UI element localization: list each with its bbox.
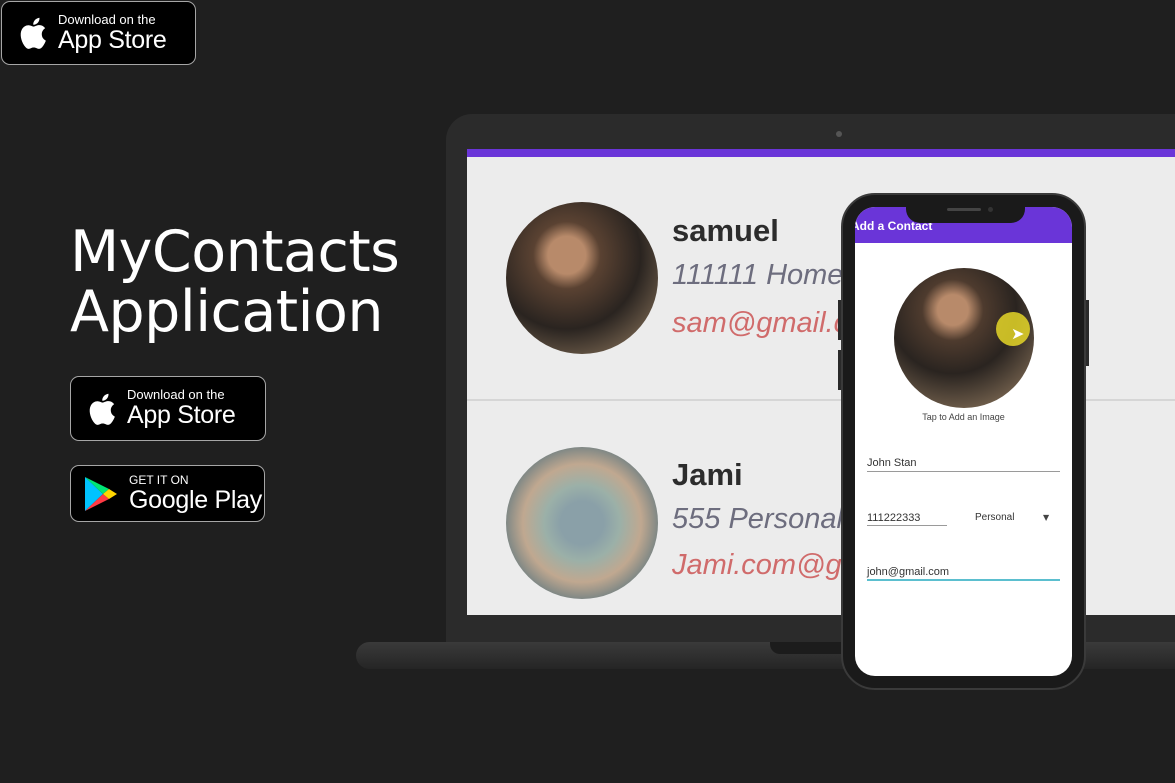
contact-name: Jami	[672, 457, 743, 492]
add-image-avatar[interactable]: ➤	[894, 268, 1034, 408]
screen-app-bar	[467, 149, 1175, 157]
email-field-underline	[867, 579, 1060, 581]
contact-phone: 111111 Home	[672, 259, 844, 291]
cursor-icon: ➤	[1011, 324, 1025, 343]
phone-screen: Add a Contact ➤ Tap to Add an Image John…	[855, 207, 1072, 676]
google-play-icon	[85, 476, 117, 511]
contact-avatar[interactable]	[506, 202, 658, 354]
contact-phone: 555 Personal	[672, 503, 843, 535]
app-store-badge[interactable]: Download on the App Store	[70, 376, 266, 441]
phone-type-dropdown[interactable]: Personal	[975, 512, 1014, 523]
badge-big-text: Google Play	[129, 486, 262, 514]
badge-small-text: Download on the	[127, 387, 225, 402]
badge-big-text: App Store	[127, 401, 236, 429]
dropdown-arrow-icon[interactable]: ▼	[1043, 513, 1049, 522]
badge-small-text: Download on the	[58, 11, 156, 27]
name-field-underline	[867, 471, 1060, 472]
tap-to-add-image-label: Tap to Add an Image	[922, 412, 1005, 422]
badge-small-text: GET IT ON	[129, 473, 189, 487]
laptop-camera	[836, 131, 842, 137]
page-title: MyContacts Application	[70, 219, 400, 345]
contact-name: samuel	[672, 213, 779, 248]
phone-field[interactable]: 111222333	[867, 512, 920, 524]
apple-icon	[89, 393, 115, 425]
app-store-badge-top[interactable]: Download on the App Store	[1, 1, 196, 65]
phone-camera	[988, 207, 993, 212]
contact-avatar[interactable]	[506, 447, 658, 599]
name-field[interactable]: John Stan	[867, 457, 917, 469]
apple-icon	[20, 17, 46, 49]
title-line-1: MyContacts	[70, 219, 400, 285]
phone-field-underline	[867, 525, 947, 526]
title-line-2: Application	[70, 279, 383, 345]
phone-notch	[906, 203, 1025, 223]
phone-power-button	[1086, 300, 1089, 366]
phone-speaker	[947, 208, 981, 211]
badge-big-text: App Store	[58, 25, 167, 54]
email-field[interactable]: john@gmail.com	[867, 566, 949, 578]
google-play-badge[interactable]: GET IT ON Google Play	[70, 465, 265, 522]
